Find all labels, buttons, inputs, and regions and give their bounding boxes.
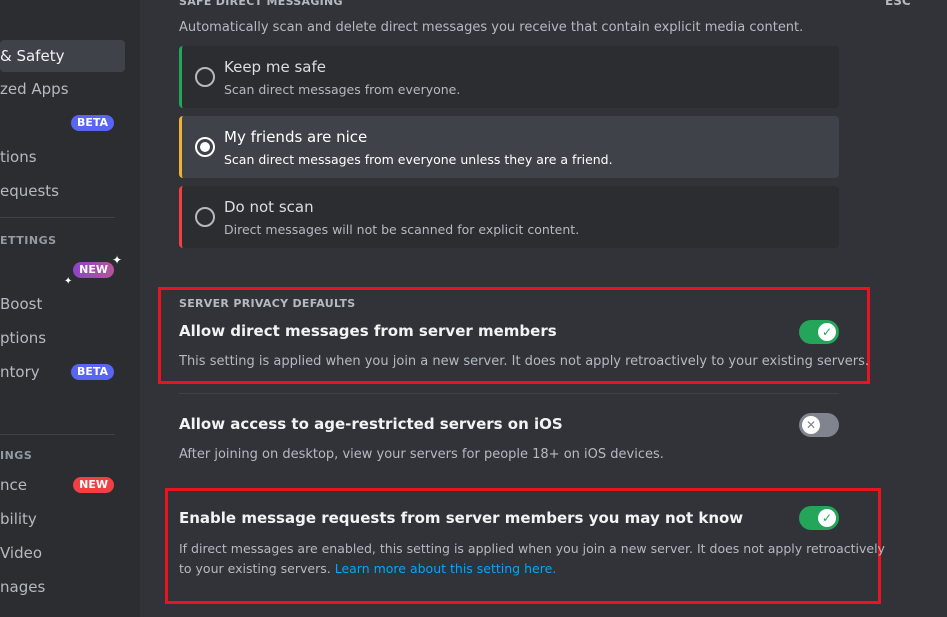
sidebar-item-friend-requests[interactable]: equests [0, 175, 125, 207]
sidebar-item-connections[interactable]: tions [0, 141, 125, 173]
sidebar-item-nitro[interactable]: NEW ✦ ✦ [0, 253, 125, 287]
new-badge: NEW [73, 477, 114, 493]
safe-dm-header: SAFE DIRECT MESSAGING [179, 0, 343, 8]
option-subtitle: Direct messages will not be scanned for … [224, 222, 580, 237]
sidebar-header-app-settings: INGS [0, 449, 33, 462]
sidebar-item-label: & Safety [0, 47, 65, 65]
beta-badge: BETA [70, 115, 114, 131]
description-text: to your existing servers. [179, 561, 331, 576]
sidebar-divider [0, 434, 115, 435]
radio-selected-icon [195, 137, 215, 157]
safe-dm-description: Automatically scan and delete direct mes… [179, 20, 804, 35]
setting-title: Enable message requests from server memb… [179, 509, 744, 527]
sidebar-header-billing-settings: ETTINGS [0, 234, 57, 247]
sidebar-item-label: bility [0, 510, 37, 528]
radio-option-friends-nice[interactable]: My friends are nice Scan direct messages… [179, 116, 839, 178]
sidebar-item-server-boost[interactable]: Boost [0, 288, 125, 320]
server-privacy-header: SERVER PRIVACY DEFAULTS [179, 297, 356, 310]
option-subtitle: Scan direct messages from everyone. [224, 82, 461, 97]
setting-description: After joining on desktop, view your serv… [179, 447, 664, 462]
sidebar-item-privacy-safety[interactable]: & Safety [0, 40, 125, 72]
radio-circle-icon [195, 207, 215, 227]
sidebar-item-voice-video[interactable]: Video [0, 537, 125, 569]
sidebar-item-label: Video [0, 544, 43, 562]
sidebar-item-label: tions [0, 148, 37, 166]
sidebar-item-authorized-apps[interactable]: zed Apps [0, 73, 125, 105]
sidebar-item-appearance[interactable]: nce NEW [0, 469, 125, 501]
sidebar-item-text-images[interactable]: nages [0, 571, 125, 603]
sidebar-item-inventory[interactable]: ntory BETA [0, 356, 125, 388]
radio-circle-icon [195, 67, 215, 87]
setting-description: This setting is applied when you join a … [179, 354, 870, 369]
radio-option-do-not-scan[interactable]: Do not scan Direct messages will not be … [179, 186, 839, 248]
option-title: Do not scan [224, 198, 314, 216]
x-icon: ✕ [802, 416, 820, 434]
esc-button[interactable]: ESC [885, 0, 911, 8]
sidebar-item-subscriptions[interactable]: ptions [0, 322, 125, 354]
check-icon: ✓ [818, 323, 836, 341]
check-icon: ✓ [818, 509, 836, 527]
sidebar-item-label: nce [0, 476, 27, 494]
sidebar-item-label: equests [0, 182, 59, 200]
message-requests-toggle[interactable]: ✓ [799, 506, 839, 530]
setting-title: Allow access to age-restricted servers o… [179, 415, 563, 433]
beta-badge: BETA [70, 364, 114, 380]
setting-description-line2: to your existing servers. Learn more abo… [179, 561, 556, 576]
allow-dms-toggle[interactable]: ✓ [799, 320, 839, 344]
settings-sidebar: & Safety zed Apps BETA tions equests ETT… [0, 0, 140, 617]
divider [179, 393, 839, 394]
new-badge: NEW [73, 262, 114, 278]
learn-more-link[interactable]: Learn more about this setting here. [335, 561, 557, 576]
sidebar-item-beta[interactable]: BETA [0, 107, 125, 139]
sidebar-divider [0, 217, 115, 218]
sidebar-item-label: Boost [0, 295, 43, 313]
sidebar-item-label: ptions [0, 329, 47, 347]
setting-description: If direct messages are enabled, this set… [179, 541, 885, 556]
option-title: My friends are nice [224, 128, 368, 146]
option-subtitle: Scan direct messages from everyone unles… [224, 152, 613, 167]
sidebar-item-label: nages [0, 578, 46, 596]
sidebar-item-accessibility[interactable]: bility [0, 503, 125, 535]
sparkle-icon: ✦ [112, 253, 123, 267]
age-restricted-toggle[interactable]: ✕ [799, 413, 839, 437]
option-title: Keep me safe [224, 58, 326, 76]
setting-title: Allow direct messages from server member… [179, 322, 557, 340]
settings-content: ESC SAFE DIRECT MESSAGING Automatically … [140, 0, 947, 617]
radio-option-keep-me-safe[interactable]: Keep me safe Scan direct messages from e… [179, 46, 839, 108]
sidebar-item-label: zed Apps [0, 80, 69, 98]
sidebar-item-label: ntory [0, 363, 40, 381]
